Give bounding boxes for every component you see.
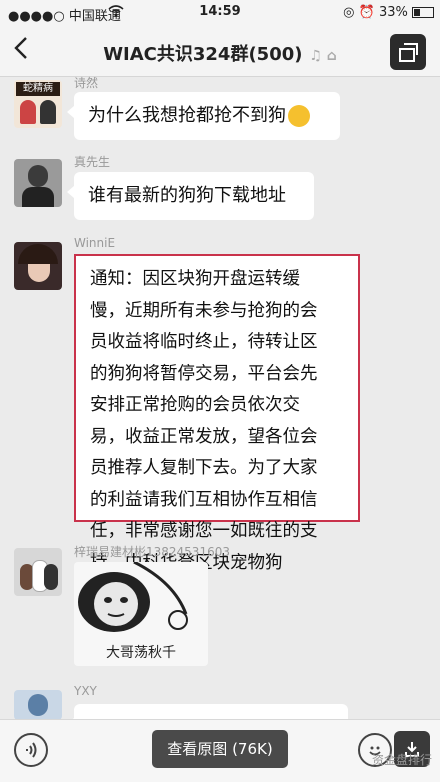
message-text: 谁有最新的狗狗下载地址 [88,185,286,206]
chat-bubble[interactable]: 谁有最新的狗狗下载地址 [67,172,314,220]
chat-title: WIAC共识324群(500) ♫ ⌂ [0,40,440,66]
notice-line: 的利益请我们互相协作互相信 [90,489,318,510]
mute-icon: ♫ ⌂ [304,48,337,64]
sender-name: WinniE [74,236,116,250]
avatar[interactable] [14,242,62,290]
sticker-image[interactable]: 大哥荡秋千 [74,562,208,666]
notice-line: 员收益将临时终止，待转让区 [90,332,318,352]
chat-bubble[interactable]: 为什么我想抢都抢不到狗 [67,92,340,140]
status-bar: ●●●●○ 中国联通 14:59 ◎ ⏰ 33% [0,0,440,26]
sender-name: 真先生 [74,155,111,169]
notice-line: 通知：因区块狗开盘运转缓 [90,269,300,289]
notice-line: 的狗狗将暂停交易，平台会先 [90,363,318,384]
notice-bubble[interactable]: 通知：因区块狗开盘运转缓 慢，近期所有未参与抢狗的会 员收益将临时终止，待转让区… [74,254,360,573]
group-name: WIAC共识324群(500) [103,44,303,65]
avatar[interactable] [14,159,62,207]
chat-header: WIAC共识324群(500) ♫ ⌂ [0,26,440,77]
avatar[interactable]: 蛇精病 [14,80,62,128]
avatar-caption: 蛇精病 [16,82,60,96]
image-viewer-toolbar: 查看原图 (76K) 资金盘排行 [0,719,440,782]
laugh-emoji-icon [288,105,310,127]
notice-line: 安排正常抢购的会员依次交 [90,395,300,415]
battery-icon [412,7,434,18]
notice-line: 慢，近期所有未参与抢狗的会 [90,300,318,321]
sender-name: 梓瑞易建材彬13824531603 [74,545,230,559]
notice-line: 易，收益正常发放，望各位会 [90,426,318,447]
sender-name: YXY [74,684,97,698]
sender-name: 诗然 [74,76,99,90]
location-icon: ◎ ⏰ [343,5,379,20]
avatar[interactable] [14,548,62,596]
view-original-button[interactable]: 查看原图 (76K) [152,730,288,768]
notice-line: 员推荐人复制下去。为了大家 [90,458,318,478]
window-switch-icon[interactable] [390,34,426,70]
message-text: 为什么我想抢都抢不到狗 [88,105,286,126]
battery-percent: 33% [378,5,408,20]
watermark-text: 资金盘排行 [371,753,432,767]
avatar[interactable] [14,690,62,720]
sticker-caption: 大哥荡秋千 [106,645,176,661]
battery-area: ◎ ⏰ 33% [343,5,434,20]
voice-icon[interactable] [14,733,48,767]
